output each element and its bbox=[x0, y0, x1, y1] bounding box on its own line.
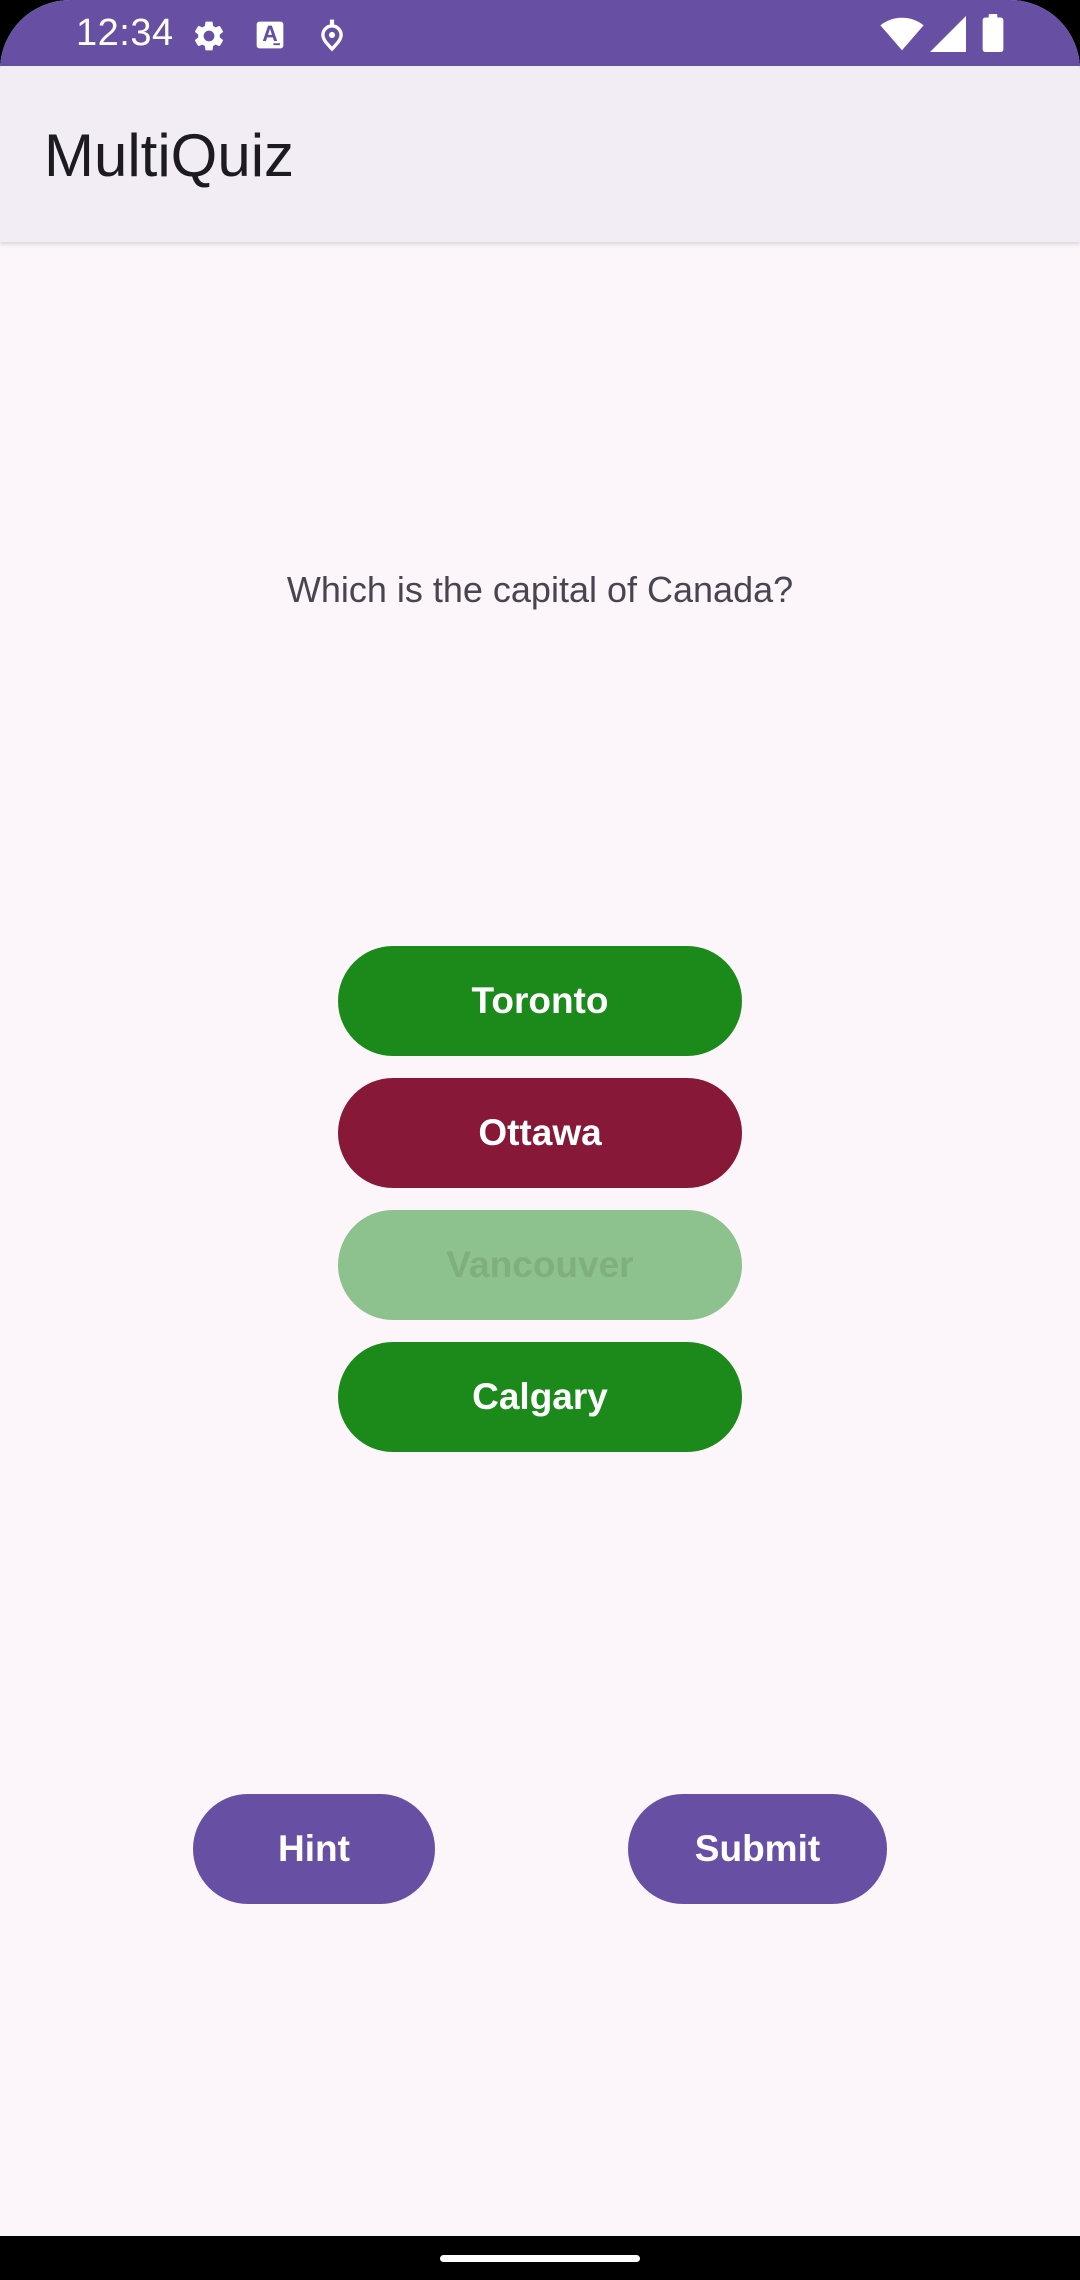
location-pin-icon bbox=[321, 19, 343, 52]
battery-icon bbox=[982, 14, 1004, 52]
app-title: MultiQuiz bbox=[44, 122, 295, 189]
signal-icon bbox=[930, 16, 966, 52]
answer-button-vancouver: Vancouver bbox=[338, 1210, 742, 1320]
app-screen: 12:34 MultiQuiz Which is the capital of bbox=[0, 0, 1080, 2280]
question-text: Which is the capital of Canada? bbox=[286, 569, 794, 610]
submit-button[interactable]: Submit bbox=[628, 1794, 887, 1904]
settings-icon bbox=[194, 21, 224, 51]
answer-button-ottawa[interactable]: Ottawa bbox=[338, 1078, 742, 1188]
status-bar: 12:34 bbox=[0, 0, 1080, 66]
text-a-icon bbox=[256, 21, 284, 49]
status-time: 12:34 bbox=[76, 12, 174, 54]
answer-button-calgary[interactable]: Calgary bbox=[338, 1342, 742, 1452]
answer-button-toronto[interactable]: Toronto bbox=[338, 946, 742, 1056]
home-gesture-handle[interactable] bbox=[440, 2255, 640, 2262]
wifi-icon bbox=[880, 17, 924, 51]
top-app-bar: MultiQuiz bbox=[0, 66, 1080, 242]
hint-button[interactable]: Hint bbox=[193, 1794, 435, 1904]
